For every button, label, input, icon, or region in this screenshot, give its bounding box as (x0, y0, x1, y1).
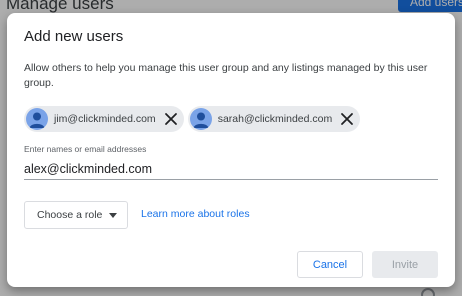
recipient-chip: sarah@clickminded.com (187, 106, 361, 132)
invite-button[interactable]: Invite (372, 251, 438, 278)
recipient-input-label: Enter names or email addresses (24, 144, 147, 154)
role-select-label: Choose a role (37, 209, 103, 221)
dialog-description: Allow others to help you manage this use… (24, 62, 428, 89)
role-select[interactable]: Choose a role (24, 201, 128, 229)
learn-more-roles-link[interactable]: Learn more about roles (141, 208, 250, 220)
recipient-chips: jim@clickminded.com sarah@clickminded.co… (24, 106, 361, 132)
recipient-email-input[interactable] (24, 159, 438, 180)
recipient-chip-email: jim@clickminded.com (54, 113, 156, 125)
recipient-chip-email: sarah@clickminded.com (217, 113, 333, 125)
person-avatar-icon (189, 108, 212, 130)
close-icon[interactable] (340, 112, 354, 126)
person-avatar-icon (26, 108, 48, 130)
dialog-title: Add new users (24, 28, 124, 45)
close-icon[interactable] (164, 112, 178, 126)
caret-down-icon (109, 212, 118, 218)
recipient-chip: jim@clickminded.com (24, 106, 184, 132)
add-users-dialog: Add new users Allow others to help you m… (7, 13, 455, 287)
cancel-button[interactable]: Cancel (297, 251, 363, 278)
